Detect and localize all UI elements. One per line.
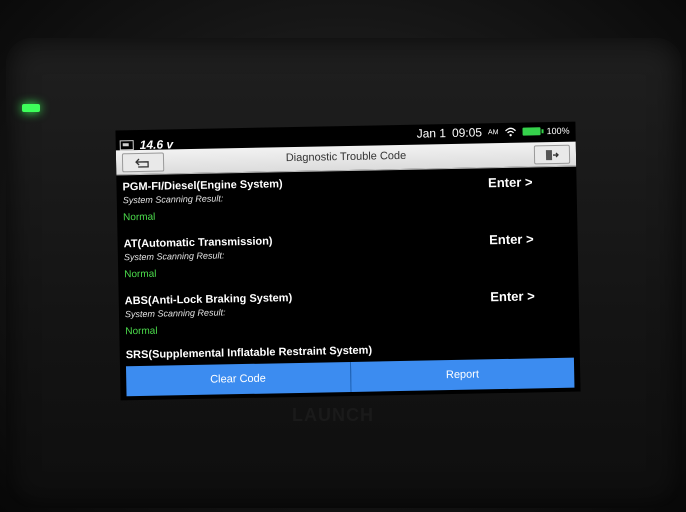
enter-button[interactable]: Enter > [490,288,535,304]
system-name: PGM-FI/Diesel(Engine System) [122,178,283,194]
scan-result-status: Normal [123,211,156,224]
scan-result-label: System Scanning Result: [123,250,225,263]
enter-button[interactable]: Enter > [488,174,533,190]
scan-result-status: Normal [125,325,158,338]
system-row-transmission[interactable]: AT(Automatic Transmission) System Scanni… [117,225,578,291]
battery-icon [522,127,541,136]
power-led-indicator [22,104,40,112]
status-right-group: Jan 1 09:05 AM 100% [416,124,570,141]
system-row-engine[interactable]: PGM-FI/Diesel(Engine System) System Scan… [116,168,577,234]
report-button[interactable]: Report [350,357,575,392]
system-name: AT(Automatic Transmission) [123,235,273,251]
system-row-abs[interactable]: ABS(Anti-Lock Braking System) System Sca… [119,282,580,348]
car-battery-icon [119,140,134,151]
battery-percent: 100% [546,125,570,137]
system-name: SRS(Supplemental Inflatable Restraint Sy… [125,344,373,362]
enter-button[interactable]: Enter > [489,231,534,247]
clear-code-button[interactable]: Clear Code [125,361,352,397]
exit-door-icon [545,149,559,160]
exit-button[interactable] [533,144,571,165]
scan-result-label: System Scanning Result: [124,307,226,320]
wifi-icon [505,127,516,137]
device-brand-logo: LAUNCH [292,405,374,425]
status-ampm: AM [487,128,499,136]
status-date: Jan 1 [416,126,447,141]
system-name: ABS(Anti-Lock Braking System) [124,292,293,308]
scan-result-status: Normal [124,268,157,281]
scan-result-label: System Scanning Result: [122,193,224,206]
device-screen: 14.6 v Jan 1 09:05 AM 100% Diagnostic Tr… [115,121,581,401]
page-title: Diagnostic Trouble Code [285,149,407,165]
status-time: 09:05 [451,125,483,140]
